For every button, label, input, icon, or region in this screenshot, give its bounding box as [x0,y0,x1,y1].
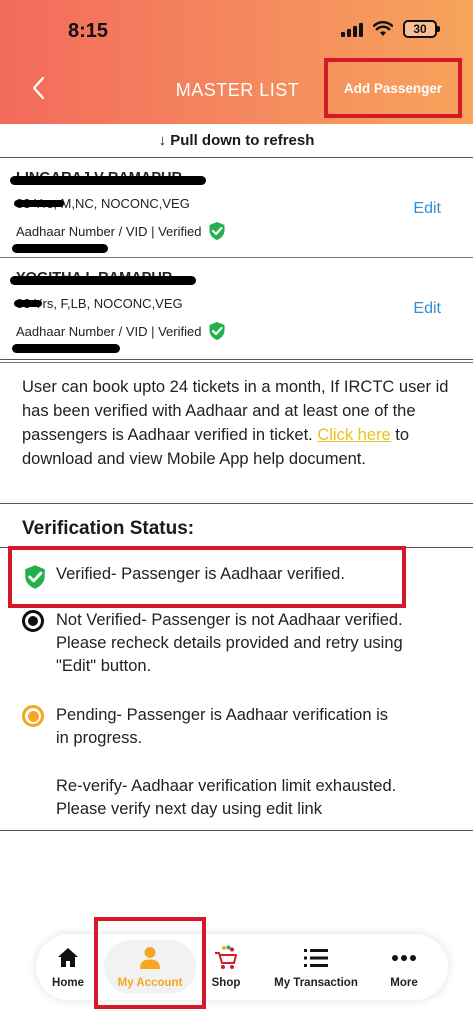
chevron-left-icon [32,76,45,100]
verified-shield-icon [209,222,225,240]
passenger-row: LINGARAJ V RAMAPUR 33 Yrs, M,NC, NOCONC,… [0,160,473,258]
status-pending-text: Pending- Passenger is Aadhaar verificati… [56,706,389,724]
status-reverify-text: Please verify next day using edit link [56,800,322,818]
aadhaar-status-text: Aadhaar Number / VID | Verified [16,223,202,239]
status-not-verified-text: Not Verified- Passenger is not Aadhaar v… [56,611,403,629]
nav-my-transaction-label: My Transaction [274,977,358,989]
edit-passenger-link[interactable]: Edit [413,300,441,318]
status-not-verified-text: "Edit" button. [56,657,152,675]
highlight-box [8,546,406,608]
verification-status-title: Verification Status: [22,518,195,539]
aadhaar-status: Aadhaar Number / VID | Verified [16,321,227,341]
list-icon [303,945,329,971]
highlight-box [94,917,206,1009]
passenger-row: YOGITHA L RAMAPUR 33 Yrs, F,LB, NOCONC,V… [0,260,473,360]
nav-more-label: More [390,977,418,989]
more-icon [391,945,417,971]
nav-more[interactable]: More [382,934,426,1000]
app-header: 8:15 30 MASTER LIST Add Passenger [0,0,473,124]
nav-home-label: Home [52,977,84,989]
wifi-icon [373,21,393,36]
battery-icon: 30 [403,20,440,38]
redaction-mark [12,344,120,353]
nav-shop-label: Shop [211,977,241,989]
status-not-verified: Not Verified- Passenger is not Aadhaar v… [22,609,403,678]
status-pending-text: in progress. [56,729,143,747]
redaction-mark [10,176,206,185]
status-reverify: Re-verify- Aadhaar verification limit ex… [56,775,396,821]
signal-icon [341,21,363,37]
status-icons: 30 [341,20,440,38]
status-not-verified-text: Please recheck details provided and retr… [56,634,403,652]
nav-shop[interactable]: Shop [204,934,248,1000]
pending-radio-icon [22,705,48,750]
not-verified-radio-icon [22,610,48,678]
nav-my-transaction[interactable]: My Transaction [264,934,368,1000]
redaction-mark [14,300,42,307]
edit-passenger-link[interactable]: Edit [413,200,441,218]
redaction-mark [14,200,64,207]
verified-shield-icon [209,322,225,340]
status-time: 8:15 [68,20,109,42]
booking-info-text: User can book upto 24 tickets in a month… [0,362,473,504]
redaction-mark [10,276,196,285]
pull-to-refresh: ↓ Pull down to refresh [0,124,473,158]
aadhaar-status-text: Aadhaar Number / VID | Verified [16,323,202,339]
nav-home[interactable]: Home [44,934,92,1000]
page-title: MASTER LIST [175,80,300,100]
cart-icon [213,945,239,971]
help-document-link[interactable]: Click here [317,426,390,444]
status-pending: Pending- Passenger is Aadhaar verificati… [22,704,388,750]
divider [0,830,473,831]
add-passenger-button[interactable]: Add Passenger [324,58,462,118]
aadhaar-status: Aadhaar Number / VID | Verified [16,221,227,241]
home-icon [55,945,81,971]
redaction-mark [12,244,108,253]
status-reverify-text: Re-verify- Aadhaar verification limit ex… [56,777,397,795]
back-button[interactable] [26,74,54,102]
